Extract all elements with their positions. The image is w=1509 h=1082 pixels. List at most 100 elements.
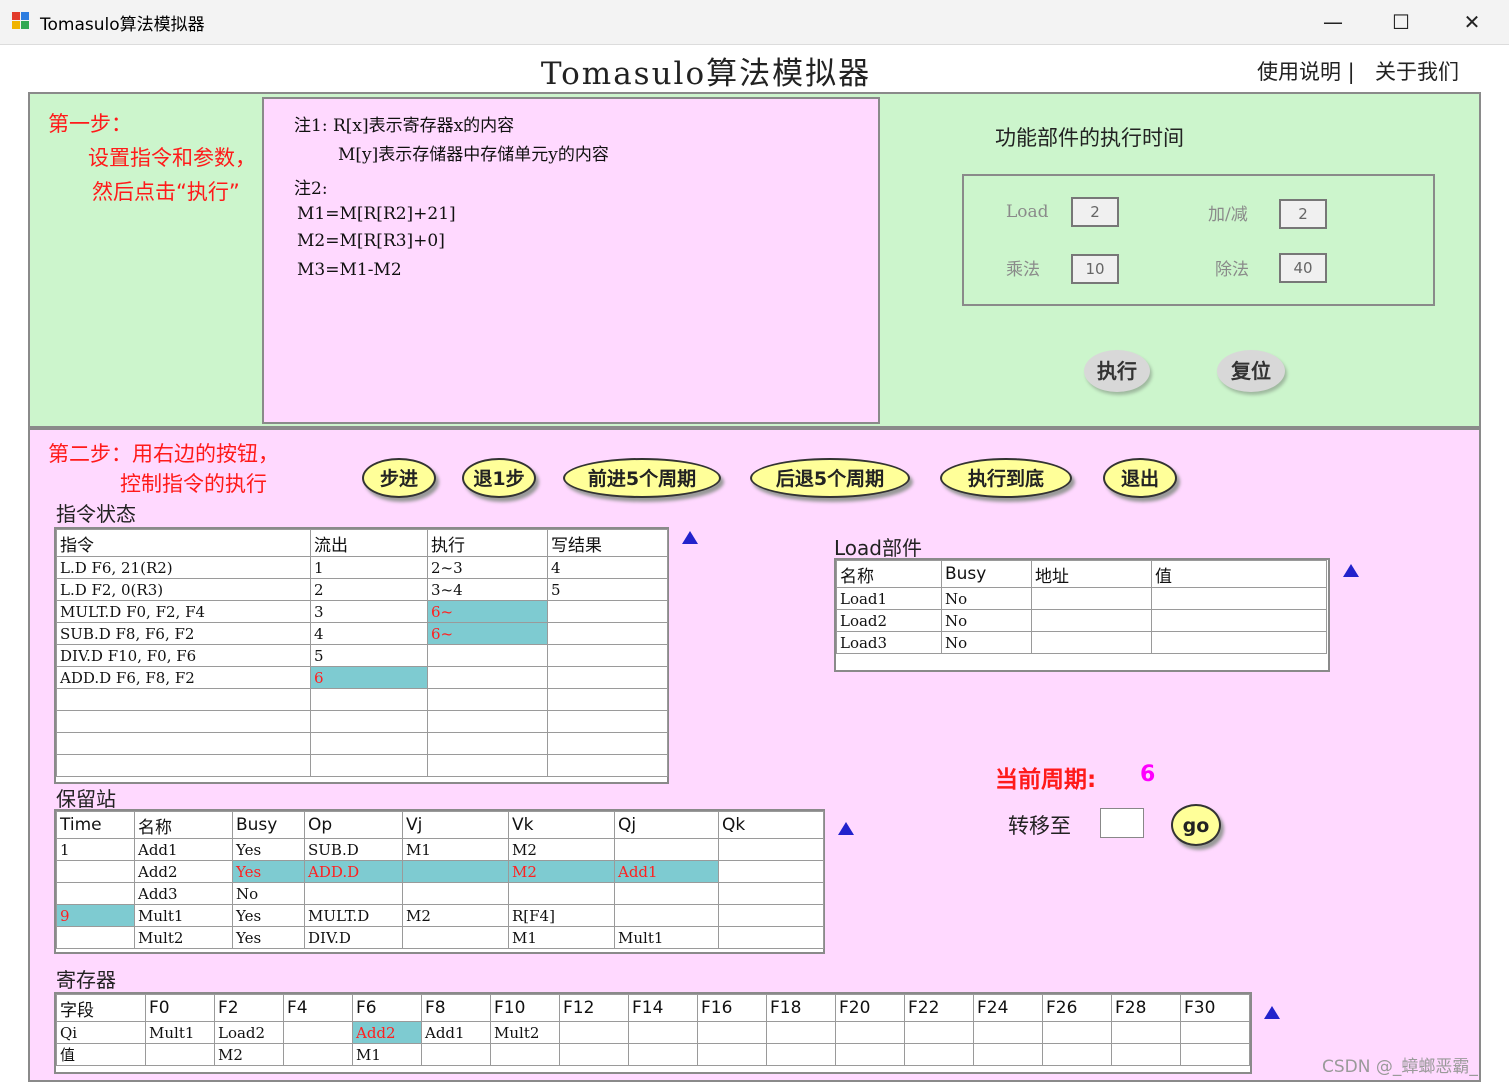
note-m3: M3=M1-M2 [297,260,402,280]
go-button[interactable]: go [1171,804,1221,846]
table-row: L.D F6, 21(R2) 1 2~3 4 [56,556,668,579]
table-cell [310,754,428,777]
table-row: DIV.D F10, F0, F6 5 [56,644,668,667]
column-header: F20 [835,994,905,1022]
table-cell: Add3 [134,882,233,905]
table-cell: 6~ [427,600,548,623]
table-cell [614,882,719,905]
table-row: 值 M2 M1 [56,1043,1250,1066]
table-row: MULT.D F0, F2, F4 3 6~ [56,600,668,623]
fu-title: 功能部件的执行时间 [995,126,1184,150]
table-cell [56,882,135,905]
table-cell: Load1 [836,587,942,610]
reservation-scroll-up-icon[interactable] [838,822,854,835]
column-header: 指令 [56,529,311,557]
header-row: Time 名称 Busy Op Vj Vk Qj Qk [56,811,824,839]
column-header: F0 [145,994,215,1022]
column-header: 名称 [836,560,942,588]
table-cell [697,1021,767,1044]
table-cell [628,1043,698,1066]
table-cell: 5 [310,644,428,667]
table-cell: DIV.D F10, F0, F6 [56,644,311,667]
mul-time-label: 乘法 [1006,260,1040,280]
minimize-button[interactable]: — [1310,6,1356,38]
table-cell [56,926,135,949]
table-cell [427,710,548,733]
load-time-input[interactable]: 2 [1071,197,1119,227]
column-header: F4 [283,994,353,1022]
page-title: Tomasulo算法模拟器 [540,56,872,92]
close-button[interactable]: ✕ [1449,6,1495,38]
table-row: Qi Mult1 Load2 Add2 Add1 Mult2 [56,1021,1250,1044]
table-cell [718,838,824,861]
registers-scroll-up-icon[interactable] [1264,1006,1280,1019]
table-cell: Load2 [836,609,942,632]
maximize-button[interactable]: ☐ [1378,6,1424,38]
table-cell: 2~3 [427,556,548,579]
table-cell: 值 [56,1043,146,1066]
table-cell [1151,587,1327,610]
column-header: F24 [973,994,1043,1022]
add-time-input[interactable]: 2 [1279,199,1327,229]
instr-scroll-up-icon[interactable] [682,531,698,544]
goto-label: 转移至 [1008,814,1071,838]
execute-button[interactable]: 执行 [1084,350,1150,392]
forward-five-button[interactable]: 前进5个周期 [563,458,721,498]
load-time-label: Load [1006,202,1049,222]
table-cell [490,1043,560,1066]
table-cell [421,1043,491,1066]
table-cell [547,622,668,645]
div-time-input[interactable]: 40 [1279,253,1327,283]
about-link[interactable]: 关于我们 [1375,56,1459,86]
table-cell: Yes [232,860,305,883]
column-header: 名称 [134,811,233,839]
table-row: SUB.D F8, F6, F2 4 6~ [56,622,668,645]
load-scroll-up-icon[interactable] [1343,564,1359,577]
load-unit-table: 名称 Busy 地址值 Load1 No Load2 No Load3 No [836,560,1327,654]
run-to-end-button[interactable]: 执行到底 [940,458,1072,498]
table-cell: DIV.D [304,926,403,949]
reset-button[interactable]: 复位 [1217,350,1285,392]
step1-heading: 第一步： [48,112,132,136]
back-one-button[interactable]: 退1步 [462,458,536,498]
table-cell [547,710,668,733]
table-cell [766,1021,836,1044]
note-m1: M1=M[R[R2]+21] [297,204,456,224]
table-cell [547,754,668,777]
table-cell [547,666,668,689]
table-cell: Yes [232,904,305,927]
table-cell [56,688,311,711]
table-cell [56,732,311,755]
current-cycle-label: 当前周期: [995,767,1097,793]
table-cell: M1 [352,1043,422,1066]
table-cell [697,1043,767,1066]
table-cell: Qi [56,1021,146,1044]
table-cell: ADD.D [304,860,403,883]
table-cell: Add2 [352,1021,422,1044]
window-titlebar: Tomasulo算法模拟器 — ☐ ✕ [0,0,1509,45]
table-cell: Yes [232,838,305,861]
column-header: 地址 [1031,560,1152,588]
table-cell: M2 [508,860,615,883]
table-cell [283,1043,353,1066]
table-cell: Yes [232,926,305,949]
column-header: F26 [1042,994,1112,1022]
table-cell [427,732,548,755]
table-cell [427,754,548,777]
table-cell [718,904,824,927]
table-cell: 3 [310,600,428,623]
table-cell: 1 [56,838,135,861]
table-cell: Add1 [134,838,233,861]
column-header: F28 [1111,994,1181,1022]
step-button[interactable]: 步进 [362,458,436,498]
back-five-button[interactable]: 后退5个周期 [750,458,910,498]
table-cell [547,600,668,623]
goto-cycle-input[interactable] [1100,808,1144,838]
column-header: Time [56,811,135,839]
mul-time-input[interactable]: 10 [1071,254,1119,284]
help-link[interactable]: 使用说明 | [1257,56,1355,86]
exit-button[interactable]: 退出 [1103,458,1177,498]
table-cell: 6 [310,666,428,689]
table-cell [310,688,428,711]
table-row: Load1 No [836,587,1327,610]
